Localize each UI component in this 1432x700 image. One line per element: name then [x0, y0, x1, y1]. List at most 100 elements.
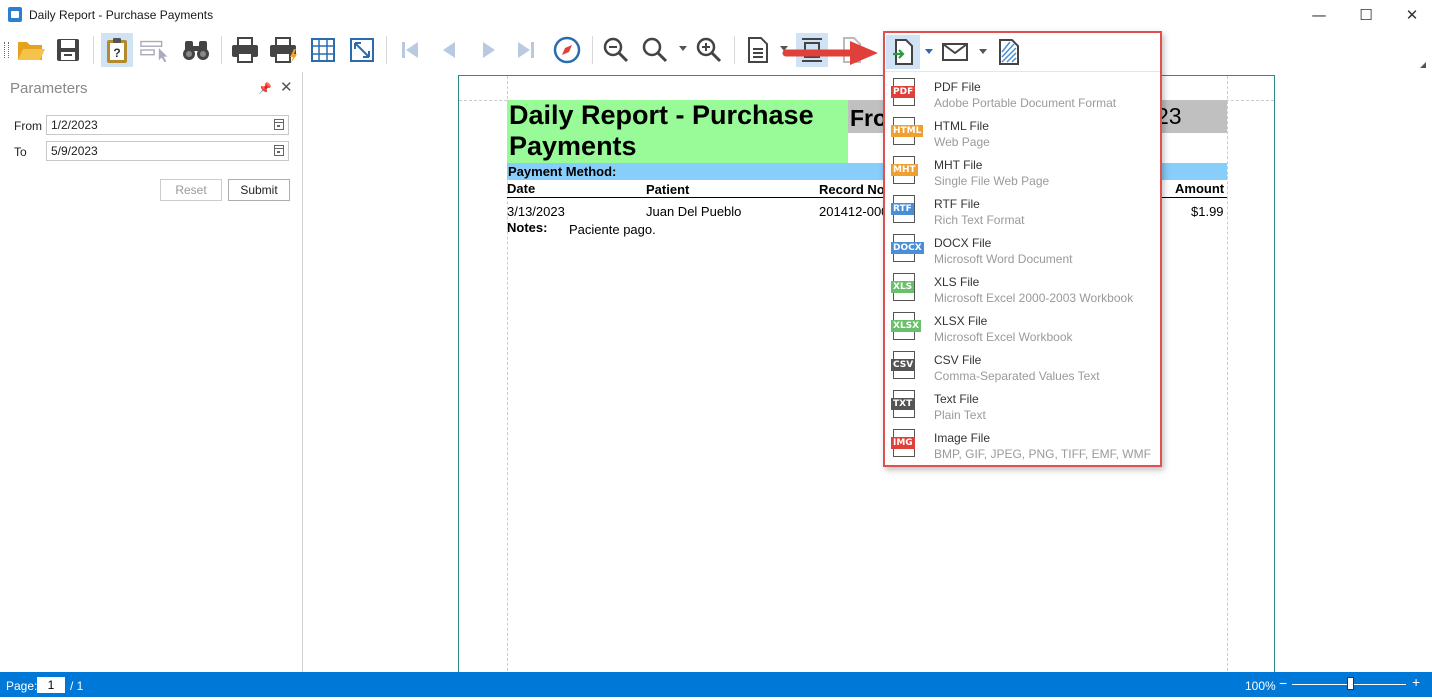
menu-item-title: PDF File: [934, 80, 981, 94]
send-email-dropdown-caret[interactable]: [979, 49, 987, 54]
column-header-patient: Patient: [646, 182, 690, 197]
toolbar-separator: [386, 36, 387, 64]
report-title-band: Daily Report - Purchase Payments: [507, 100, 848, 163]
to-date-field[interactable]: 5/9/2023: [46, 141, 289, 161]
export-pdf-item[interactable]: PDF PDF File Adobe Portable Document For…: [885, 75, 1160, 114]
export-button[interactable]: [886, 35, 920, 69]
editing-fields-button[interactable]: [140, 33, 172, 67]
file-badge: XLS: [891, 281, 915, 293]
zoom-in-icon: [696, 37, 722, 63]
status-bar: Page: 1 / 1 100% − +: [0, 672, 1432, 697]
app-icon: [8, 7, 22, 22]
payment-method-label: Payment Method:: [508, 164, 617, 179]
csv-file-icon: CSV: [891, 351, 916, 379]
close-button[interactable]: ✕: [1389, 3, 1432, 27]
reset-button[interactable]: Reset: [160, 179, 222, 201]
toolbar-resize-grip[interactable]: [1420, 62, 1426, 68]
zoom-dropdown-caret[interactable]: [679, 46, 687, 51]
zoom-slider-thumb[interactable]: [1347, 677, 1354, 690]
menu-item-title: CSV File: [934, 353, 982, 367]
row-patient: Juan Del Pueblo: [646, 204, 742, 219]
xls-file-icon: XLS: [891, 273, 915, 301]
export-dropdown-caret[interactable]: [925, 49, 933, 54]
search-button[interactable]: [180, 33, 212, 67]
menu-item-subtitle: Microsoft Excel Workbook: [934, 330, 1073, 344]
submit-button[interactable]: Submit: [228, 179, 290, 201]
watermark-button[interactable]: [993, 35, 1025, 69]
page-setup-button[interactable]: [307, 33, 339, 67]
navigation-button[interactable]: [551, 33, 583, 67]
maximize-button[interactable]: ☐: [1343, 3, 1389, 27]
from-label: From: [14, 119, 42, 133]
export-csv-item[interactable]: CSV CSV File Comma-Separated Values Text: [885, 348, 1160, 387]
file-badge: TXT: [891, 398, 915, 410]
export-image-item[interactable]: IMG Image File BMP, GIF, JPEG, PNG, TIFF…: [885, 426, 1160, 465]
send-email-button[interactable]: [939, 35, 971, 69]
fit-arrows-icon: [350, 38, 374, 62]
zoom-button[interactable]: [639, 33, 671, 67]
minimize-button[interactable]: —: [1296, 3, 1342, 27]
save-button[interactable]: [52, 33, 84, 67]
menu-item-title: XLS File: [934, 275, 980, 289]
toolbar-separator: [93, 36, 94, 64]
calendar-icon[interactable]: [274, 145, 284, 156]
zoom-out-icon[interactable]: −: [1279, 675, 1287, 691]
export-rtf-item[interactable]: RTF RTF File Rich Text Format: [885, 192, 1160, 231]
file-badge: RTF: [891, 203, 914, 215]
close-icon[interactable]: ✕: [280, 78, 293, 96]
binoculars-icon: [183, 41, 209, 60]
file-badge: IMG: [891, 437, 915, 449]
last-page-button[interactable]: [510, 33, 542, 67]
to-label: To: [14, 145, 27, 159]
open-button[interactable]: [15, 33, 47, 67]
file-badge: CSV: [891, 359, 916, 371]
export-xls-item[interactable]: XLS XLS File Microsoft Excel 2000-2003 W…: [885, 270, 1160, 309]
toolbar-grip[interactable]: [4, 42, 9, 58]
page-number-input[interactable]: 1: [37, 677, 65, 693]
export-dropdown-menu: PDF PDF File Adobe Portable Document For…: [883, 31, 1162, 467]
column-header-date: Date: [507, 181, 536, 196]
xlsx-file-icon: XLSX: [891, 312, 922, 340]
title-bar: Daily Report - Purchase Payments — ☐ ✕: [0, 0, 1432, 30]
printer-lightning-icon: [270, 37, 297, 63]
notes-label: Notes:: [507, 220, 548, 235]
parameters-button[interactable]: ?: [101, 33, 133, 67]
first-page-button[interactable]: [394, 33, 426, 67]
zoom-in-icon[interactable]: +: [1412, 674, 1420, 690]
last-page-icon: [518, 42, 534, 58]
select-cursor-icon: [140, 40, 168, 63]
calendar-icon[interactable]: [274, 119, 284, 130]
toolbar-separator: [734, 36, 735, 64]
report-from-text: Fro: [850, 105, 888, 131]
export-xlsx-item[interactable]: XLSX XLSX File Microsoft Excel Workbook: [885, 309, 1160, 348]
panel-title: Parameters: [10, 80, 88, 97]
export-html-item[interactable]: HTML HTML File Web Page: [885, 114, 1160, 153]
page-label: Page:: [6, 679, 38, 693]
export-mht-item[interactable]: MHT MHT File Single File Web Page: [885, 153, 1160, 192]
scale-button[interactable]: [346, 33, 378, 67]
print-button[interactable]: [229, 33, 261, 67]
report-title: Daily Report - Purchase Payments: [509, 100, 814, 161]
preview-area[interactable]: Daily Report - Purchase Payments Fro 23 …: [303, 72, 1432, 676]
menu-item-title: Text File: [934, 392, 979, 406]
multiple-pages-button[interactable]: [742, 33, 774, 67]
file-badge: PDF: [891, 86, 916, 98]
pin-icon[interactable]: 📌: [258, 82, 272, 95]
export-docx-item[interactable]: DOCX DOCX File Microsoft Word Document: [885, 231, 1160, 270]
row-date: 3/13/2023: [507, 204, 565, 219]
menu-item-title: HTML File: [934, 119, 989, 133]
next-page-icon: [483, 42, 495, 58]
menu-item-title: XLSX File: [934, 314, 988, 328]
quick-print-button[interactable]: [268, 33, 300, 67]
menu-item-subtitle: Comma-Separated Values Text: [934, 369, 1100, 383]
zoom-out-button[interactable]: [600, 33, 632, 67]
previous-page-button[interactable]: [433, 33, 465, 67]
zoom-in-button[interactable]: [693, 33, 725, 67]
from-date-field[interactable]: 1/2/2023: [46, 115, 289, 135]
row-record: 201412-000: [819, 204, 889, 219]
export-text-item[interactable]: TXT Text File Plain Text: [885, 387, 1160, 426]
watermark-icon: [999, 39, 1019, 65]
row-amount: $1.99: [1191, 204, 1224, 219]
notes-value: Paciente pago.: [569, 222, 656, 237]
next-page-button[interactable]: [473, 33, 505, 67]
